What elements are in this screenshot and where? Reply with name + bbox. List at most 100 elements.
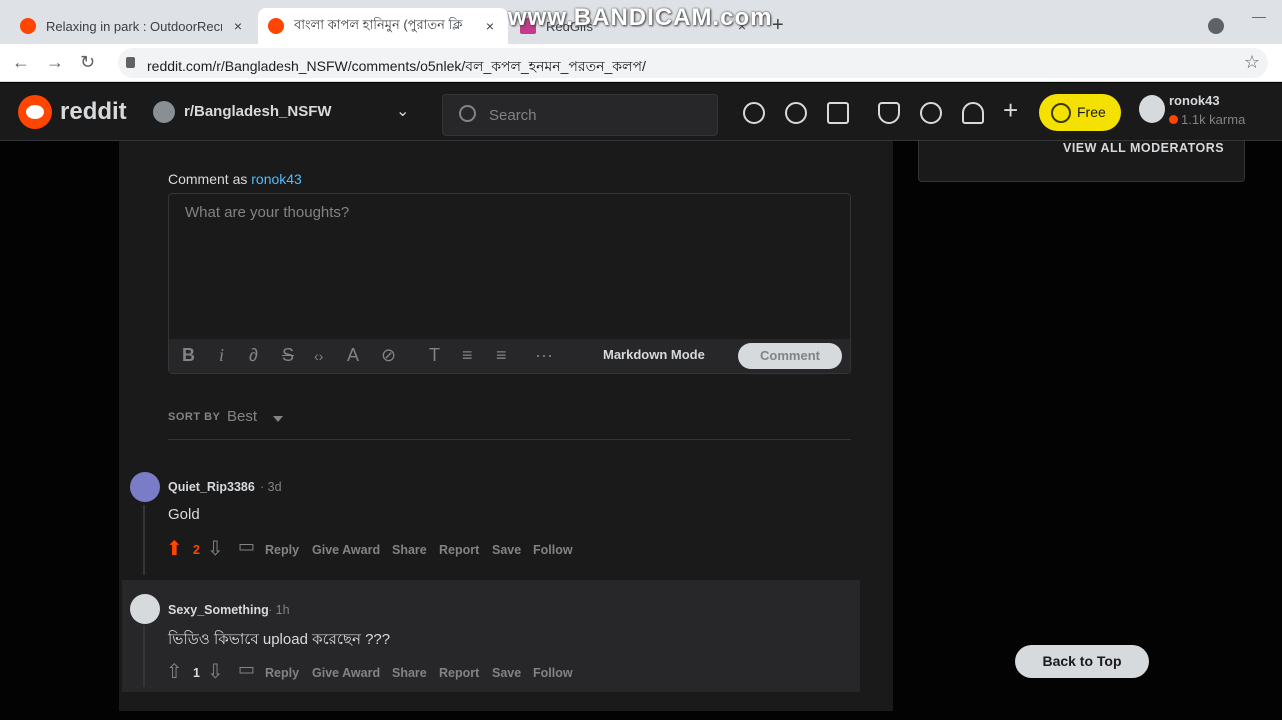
comment-body: Gold bbox=[168, 506, 200, 523]
browser-tab-active[interactable]: বাংলা কাপল হানিমুন (পুরাতন ক্লি × bbox=[258, 8, 508, 44]
vote-count: 2 bbox=[193, 543, 200, 557]
karma-text: 1.1k karma bbox=[1181, 112, 1246, 127]
search-icon bbox=[459, 105, 476, 122]
comment-textarea[interactable] bbox=[169, 194, 850, 339]
save-button[interactable]: Save bbox=[492, 666, 521, 680]
report-button[interactable]: Report bbox=[439, 543, 479, 557]
reddit-favicon-icon bbox=[20, 18, 36, 34]
downvote-icon[interactable]: ⇩ bbox=[207, 659, 224, 684]
give-award-button[interactable]: Give Award bbox=[312, 543, 380, 557]
back-to-top-button[interactable]: Back to Top bbox=[1015, 645, 1149, 678]
lock-icon bbox=[126, 57, 135, 68]
reload-button[interactable]: ↻ bbox=[80, 52, 95, 73]
url-text: reddit.com/r/Bangladesh_NSFW/comments/o5… bbox=[147, 58, 646, 74]
free-coins-button[interactable]: Free bbox=[1039, 94, 1121, 131]
thread-line[interactable] bbox=[143, 505, 145, 575]
comment-as-text: Comment as bbox=[168, 171, 248, 187]
address-bar-row: ← → ↻ reddit.com/r/Bangladesh_NSFW/comme… bbox=[0, 44, 1282, 82]
divider bbox=[168, 439, 851, 440]
user-name[interactable]: ronok43 bbox=[1169, 93, 1220, 108]
downvote-icon[interactable]: ⇩ bbox=[207, 536, 224, 561]
close-tab-icon[interactable]: × bbox=[230, 18, 246, 34]
sort-by-label: SORT BY bbox=[168, 411, 221, 423]
reply-icon[interactable]: ▭ bbox=[238, 536, 255, 557]
tab-title: Relaxing in park : OutdoorRecrea bbox=[46, 18, 222, 34]
bulleted-list-icon[interactable]: ≡ bbox=[462, 345, 473, 366]
video-icon[interactable] bbox=[827, 102, 849, 124]
reply-icon[interactable]: ▭ bbox=[238, 659, 255, 680]
follow-button[interactable]: Follow bbox=[533, 666, 573, 680]
minimize-window-button[interactable]: — bbox=[1252, 8, 1266, 24]
sort-dropdown[interactable]: Best bbox=[227, 408, 257, 425]
give-award-button[interactable]: Give Award bbox=[312, 666, 380, 680]
bookmark-star-icon[interactable]: ☆ bbox=[1244, 52, 1260, 73]
karma-icon bbox=[1169, 115, 1178, 124]
search-input[interactable] bbox=[489, 95, 709, 135]
submit-comment-button[interactable]: Comment bbox=[738, 343, 842, 369]
inline-code-icon[interactable]: ‹› bbox=[314, 348, 323, 364]
save-button[interactable]: Save bbox=[492, 543, 521, 557]
reddit-logo-icon[interactable] bbox=[18, 95, 52, 129]
reddit-favicon-icon bbox=[268, 18, 284, 34]
url-field[interactable]: reddit.com/r/Bangladesh_NSFW/comments/o5… bbox=[118, 48, 1268, 78]
editor-toolbar: B i ∂ S ‹› A ⊘ T ≡ ≡ ··· Markdown Mode C… bbox=[169, 339, 850, 373]
comment-as-label: Comment as ronok43 bbox=[168, 171, 302, 187]
bell-icon[interactable] bbox=[962, 102, 984, 124]
popular-icon[interactable] bbox=[743, 102, 765, 124]
free-label: Free bbox=[1077, 104, 1106, 120]
bandicam-watermark: www.BANDICAM.com bbox=[508, 4, 773, 31]
link-icon[interactable]: ∂ bbox=[249, 345, 258, 366]
comment-author[interactable]: Quiet_Rip3386 bbox=[168, 480, 255, 494]
mod-shield-icon[interactable] bbox=[878, 102, 900, 124]
comment-time[interactable]: · 1h bbox=[268, 603, 290, 617]
reply-button[interactable]: Reply bbox=[265, 543, 299, 557]
follow-button[interactable]: Follow bbox=[533, 543, 573, 557]
numbered-list-icon[interactable]: ≡ bbox=[496, 345, 507, 366]
italic-icon[interactable]: i bbox=[219, 345, 224, 366]
search-box[interactable] bbox=[442, 94, 718, 136]
strikethrough-icon[interactable]: S bbox=[282, 345, 294, 366]
user-karma: 1.1k karma bbox=[1169, 112, 1245, 127]
superscript-icon[interactable]: A bbox=[347, 345, 359, 366]
comment-editor: B i ∂ S ‹› A ⊘ T ≡ ≡ ··· Markdown Mode C… bbox=[168, 193, 851, 374]
avatar[interactable] bbox=[130, 594, 160, 624]
subreddit-switcher-label[interactable]: r/Bangladesh_NSFW bbox=[184, 103, 332, 120]
spoiler-icon[interactable]: ⊘ bbox=[381, 345, 396, 366]
heading-icon[interactable]: T bbox=[429, 345, 440, 366]
more-options-icon[interactable]: ··· bbox=[535, 345, 553, 366]
tab-search-icon[interactable] bbox=[1208, 18, 1224, 34]
markdown-mode-button[interactable]: Markdown Mode bbox=[603, 347, 705, 362]
chevron-down-icon[interactable]: ⌄ bbox=[396, 101, 409, 121]
caret-down-icon[interactable] bbox=[273, 416, 283, 422]
comment-as-username[interactable]: ronok43 bbox=[251, 171, 302, 187]
view-all-moderators-button[interactable]: VIEW ALL MODERATORS bbox=[1063, 141, 1224, 155]
close-tab-icon[interactable]: × bbox=[482, 18, 498, 34]
thread-line[interactable] bbox=[143, 625, 145, 687]
comment-author[interactable]: Sexy_Something bbox=[168, 603, 269, 617]
upvote-icon[interactable]: ⇧ bbox=[166, 659, 183, 684]
new-tab-button[interactable]: + bbox=[772, 14, 784, 37]
share-button[interactable]: Share bbox=[392, 666, 427, 680]
bold-icon[interactable]: B bbox=[182, 345, 195, 366]
tab-title: বাংলা কাপল হানিমুন (পুরাতন ক্লি bbox=[294, 16, 463, 32]
back-button[interactable]: ← bbox=[12, 52, 30, 73]
chat-icon[interactable] bbox=[920, 102, 942, 124]
forward-button[interactable]: → bbox=[46, 52, 64, 73]
reddit-header: reddit r/Bangladesh_NSFW ⌄ + Free ronok4… bbox=[0, 83, 1282, 141]
upvote-icon[interactable]: ⬆ bbox=[166, 536, 183, 561]
comment-body: ভিডিও কিভাবে upload করেছেন ??? bbox=[168, 631, 391, 648]
avatar[interactable] bbox=[130, 472, 160, 502]
moderators-card: VIEW ALL MODERATORS bbox=[918, 141, 1245, 182]
reply-button[interactable]: Reply bbox=[265, 666, 299, 680]
plus-icon[interactable]: + bbox=[1003, 95, 1018, 126]
vote-count: 1 bbox=[193, 666, 200, 680]
share-button[interactable]: Share bbox=[392, 543, 427, 557]
reddit-wordmark[interactable]: reddit bbox=[60, 98, 127, 126]
comment-time[interactable]: · 3d bbox=[260, 480, 282, 494]
browser-tab-outdoor[interactable]: Relaxing in park : OutdoorRecrea × bbox=[10, 8, 256, 44]
subreddit-icon bbox=[153, 101, 175, 123]
report-button[interactable]: Report bbox=[439, 666, 479, 680]
coin-icon bbox=[1051, 103, 1071, 123]
user-avatar[interactable] bbox=[1139, 95, 1165, 123]
stats-icon[interactable] bbox=[785, 102, 807, 124]
